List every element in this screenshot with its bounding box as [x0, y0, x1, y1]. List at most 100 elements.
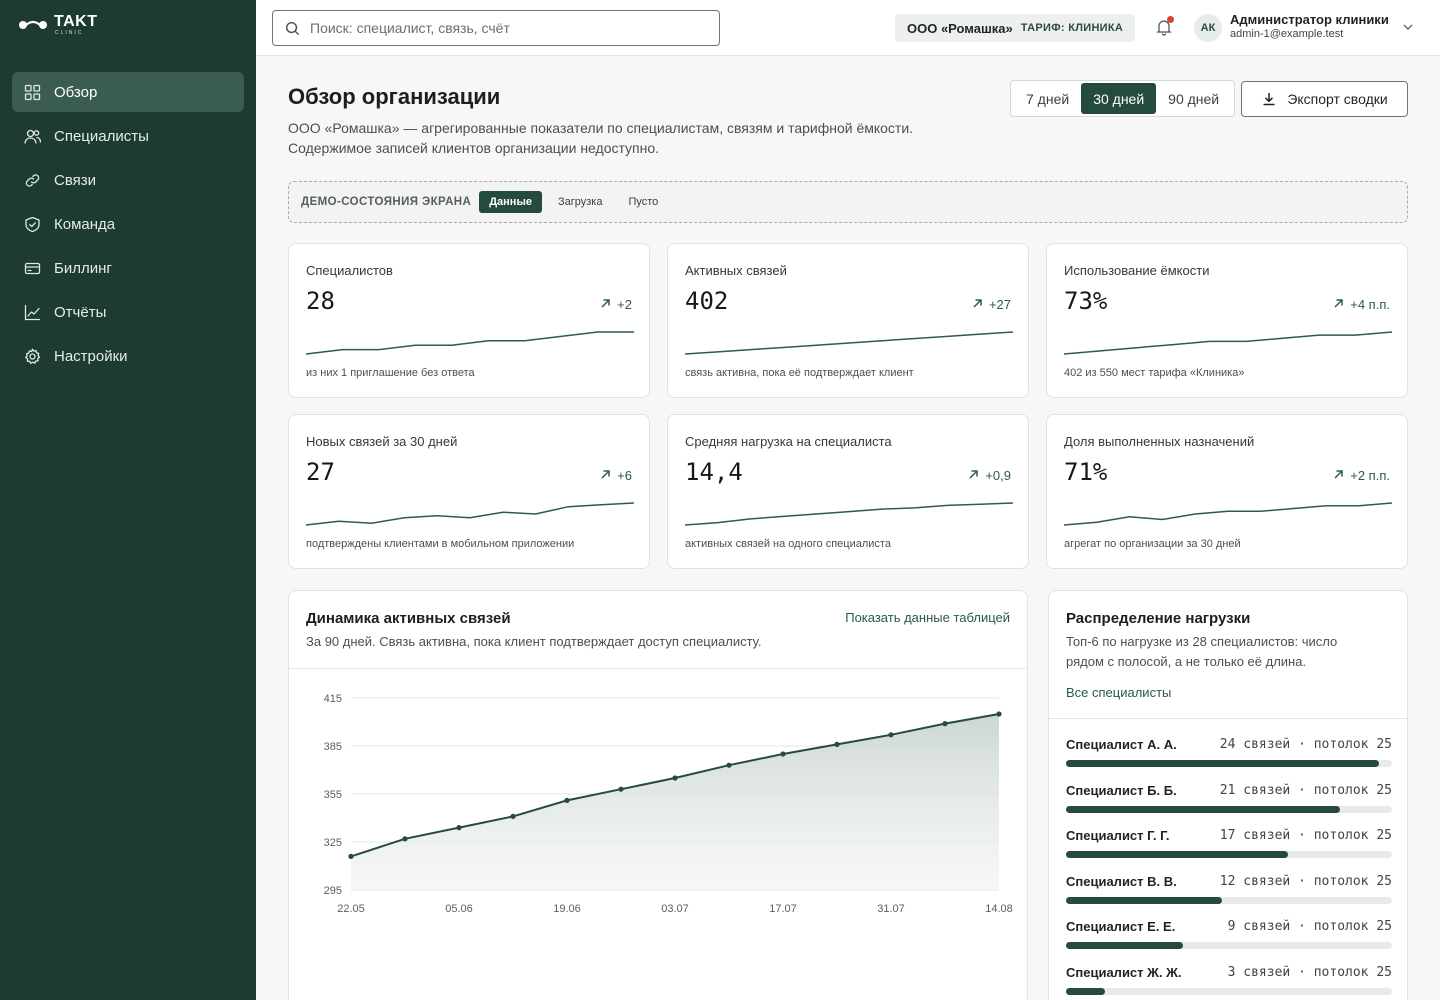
load-bar-fill: [1066, 760, 1379, 767]
kpi-title: Доля выполненных назначений: [1064, 434, 1255, 449]
data-point[interactable]: [672, 775, 678, 781]
ceiling-label: потолок: [1313, 873, 1369, 889]
active-links-chart: 415 385 355 325 295 22.05 05.06 19.06 03.07 17.07…: [324, 693, 1013, 915]
avatar[interactable]: АК: [1194, 14, 1222, 42]
demo-state-button[interactable]: Данные: [479, 191, 542, 213]
kpi-card: Специалистов 28 +2 из них 1 приглашение без…: [288, 243, 650, 398]
kpi-title: Активных связей: [685, 263, 787, 278]
sidebar-item-reports[interactable]: Отчёты: [12, 292, 244, 332]
logo[interactable]: TAKT CLINIC: [18, 14, 97, 36]
kpi-sparkline: [1064, 331, 1392, 355]
data-point[interactable]: [618, 786, 624, 792]
sidebar-item-label: Биллинг: [54, 259, 112, 277]
sidebar-item-label: Связи: [54, 171, 97, 189]
load-value: 12: [1219, 873, 1236, 889]
data-point[interactable]: [510, 813, 516, 819]
sparkline-line: [1064, 331, 1392, 355]
demo-state-button[interactable]: Пусто: [618, 191, 668, 213]
data-point[interactable]: [348, 853, 354, 859]
user-menu[interactable]: Администратор клиники admin-1@example.te…: [1230, 12, 1389, 41]
data-point[interactable]: [996, 711, 1002, 717]
chart-icon: [24, 304, 41, 321]
chevron-down-icon[interactable]: [1402, 21, 1414, 33]
period-option-3[interactable]: 90 дней: [1156, 83, 1231, 114]
load-bar-track: [1066, 805, 1392, 813]
user-name: Администратор клиники: [1230, 12, 1389, 27]
sparkline-line: [685, 331, 1013, 355]
x-tick-label: 14.08: [985, 903, 1013, 915]
ceiling-label: потолок: [1313, 782, 1369, 798]
sidebar-item-settings[interactable]: Настройки: [12, 336, 244, 376]
period-option-1[interactable]: 7 дней: [1014, 83, 1081, 114]
load-bar-fill: [1066, 987, 1106, 995]
sidebar-item-label: Обзор: [54, 83, 98, 101]
specialist-load-meta: 12 связей · потолок 25: [1219, 873, 1392, 889]
kpi-delta-value: +6: [617, 468, 632, 483]
kpi-delta-value: +0,9: [985, 468, 1011, 483]
load-value: 9: [1227, 919, 1236, 934]
specialist-load-meta: 24 связей · потолок 25: [1219, 737, 1392, 752]
kpi-value: 14,4: [685, 458, 743, 486]
kpi-delta: +2 п.п.: [1333, 468, 1390, 483]
page-description: ООО «Ромашка» — агрегированные показател…: [288, 118, 988, 158]
arrow-up-right-icon: [600, 297, 611, 312]
all-specialists-link[interactable]: Все специалисты: [1066, 685, 1171, 700]
dynamics-title: Динамика активных связей: [306, 610, 511, 627]
data-point[interactable]: [942, 721, 948, 727]
arrow-up-right-icon: [600, 468, 611, 483]
load-distribution-panel: Распределение нагрузки Топ-6 по нагрузке…: [1048, 590, 1408, 1000]
area-fill: [351, 714, 999, 890]
data-point[interactable]: [780, 751, 786, 757]
sparkline-line: [306, 502, 634, 526]
kpi-footnote: из них 1 приглашение без ответа: [306, 367, 475, 379]
ceiling-label: потолок: [1313, 737, 1369, 752]
data-point[interactable]: [834, 741, 840, 747]
search-icon: [285, 21, 300, 35]
search-input[interactable]: [310, 20, 690, 36]
sidebar-item-links[interactable]: Связи: [12, 160, 244, 200]
kpi-delta: +0,9: [968, 468, 1011, 483]
download-icon: [1263, 93, 1275, 106]
load-value: 3: [1227, 964, 1236, 980]
data-point[interactable]: [888, 732, 894, 738]
sidebar-item-billing[interactable]: Биллинг: [12, 248, 244, 288]
notifications-button[interactable]: [1155, 16, 1175, 38]
org-switcher[interactable]: ООО «Ромашка» ТАРИФ: КЛИНИКА: [895, 14, 1136, 42]
export-button[interactable]: Экспорт сводки: [1241, 81, 1408, 117]
x-tick-label: 05.06: [445, 903, 473, 915]
kpi-footnote: агрегат по организации за 30 дней: [1064, 538, 1241, 550]
y-tick-label: 415: [324, 693, 342, 705]
sidebar-item-overview[interactable]: Обзор: [12, 72, 244, 112]
show-table-link[interactable]: Показать данные таблицей: [845, 610, 1010, 625]
user-email: admin-1@example.test: [1230, 27, 1344, 40]
sidebar-item-label: Отчёты: [54, 303, 107, 321]
kpi-sparkline: [685, 331, 1013, 355]
kpi-delta-value: +4 п.п.: [1350, 297, 1390, 312]
sidebar-item-specialists[interactable]: Специалисты: [12, 116, 244, 156]
kpi-delta: +27: [972, 297, 1011, 312]
logo-icon: [19, 20, 47, 29]
kpi-sparkline: [306, 331, 634, 355]
kpi-title: Новых связей за 30 дней: [306, 434, 458, 449]
divider: [1049, 718, 1407, 719]
brand-name: TAKT: [54, 13, 98, 30]
arrow-up-right-icon: [968, 468, 979, 483]
demo-states-label: ДЕМО-СОСТОЯНИЯ ЭКРАНА: [301, 196, 472, 208]
sparkline-line: [306, 331, 634, 355]
dynamics-subtitle: За 90 дней. Связь активна, пока клиент п…: [306, 634, 762, 649]
kpi-title: Специалистов: [306, 263, 393, 278]
data-point[interactable]: [726, 762, 732, 768]
load-bar-track: [1066, 760, 1392, 767]
load-bar-track: [1066, 851, 1392, 858]
top-bar: ООО «Ромашка» ТАРИФ: КЛИНИКА АК Админист…: [256, 0, 1440, 56]
arrow-up-right-icon: [1333, 297, 1344, 312]
sidebar-item-team[interactable]: Команда: [12, 204, 244, 244]
arrow-up-right-icon: [972, 297, 983, 312]
data-point[interactable]: [564, 797, 570, 803]
search-box[interactable]: [272, 10, 720, 46]
period-option-2[interactable]: 30 дней: [1081, 83, 1157, 114]
data-point[interactable]: [456, 825, 462, 831]
data-point[interactable]: [402, 836, 408, 842]
demo-state-button[interactable]: Загрузка: [548, 191, 612, 213]
specialist-name: Специалист Г. Г.: [1066, 828, 1170, 843]
